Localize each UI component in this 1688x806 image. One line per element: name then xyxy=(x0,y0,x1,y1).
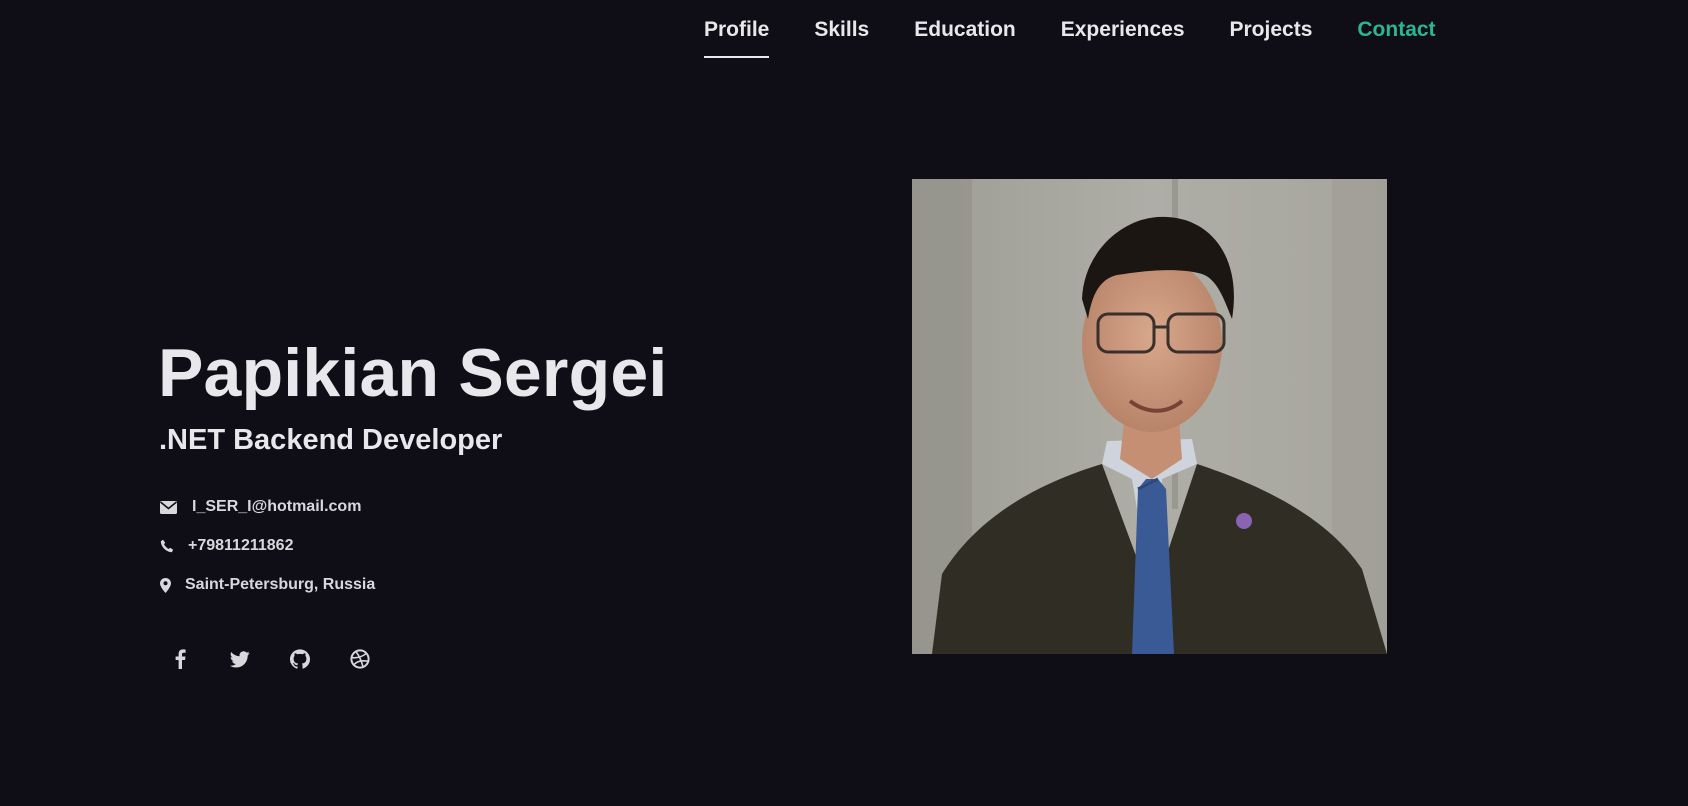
nav-item-profile[interactable]: Profile xyxy=(704,18,770,60)
github-icon[interactable] xyxy=(290,649,310,669)
nav-item-contact[interactable]: Contact xyxy=(1357,18,1435,60)
nav-item-projects[interactable]: Projects xyxy=(1230,18,1313,60)
top-navigation: Profile Skills Education Experiences Pro… xyxy=(704,18,1436,60)
profile-role: .NET Backend Developer xyxy=(159,424,503,456)
phone-text[interactable]: +79811211862 xyxy=(188,537,293,555)
twitter-icon[interactable] xyxy=(230,649,250,669)
envelope-icon xyxy=(160,500,182,514)
nav-item-education[interactable]: Education xyxy=(914,18,1016,60)
location-text: Saint-Petersburg, Russia xyxy=(185,576,376,593)
contact-phone: +79811211862 xyxy=(160,536,375,556)
contact-list: I_SER_I@hotmail.com +79811211862 Saint-P… xyxy=(160,497,375,614)
dribbble-icon[interactable] xyxy=(350,649,370,669)
page: Profile Skills Education Experiences Pro… xyxy=(0,0,1688,806)
map-marker-icon xyxy=(160,577,182,593)
nav-item-skills[interactable]: Skills xyxy=(814,18,869,60)
social-links xyxy=(170,649,370,669)
phone-icon xyxy=(160,539,182,553)
profile-photo xyxy=(912,179,1387,654)
portrait-illustration xyxy=(912,179,1387,654)
contact-email: I_SER_I@hotmail.com xyxy=(160,497,375,517)
nav-item-experiences[interactable]: Experiences xyxy=(1061,18,1185,60)
facebook-icon[interactable] xyxy=(170,649,190,669)
email-text[interactable]: I_SER_I@hotmail.com xyxy=(192,498,361,516)
contact-location: Saint-Petersburg, Russia xyxy=(160,575,375,595)
profile-name: Papikian Sergei xyxy=(158,335,668,411)
